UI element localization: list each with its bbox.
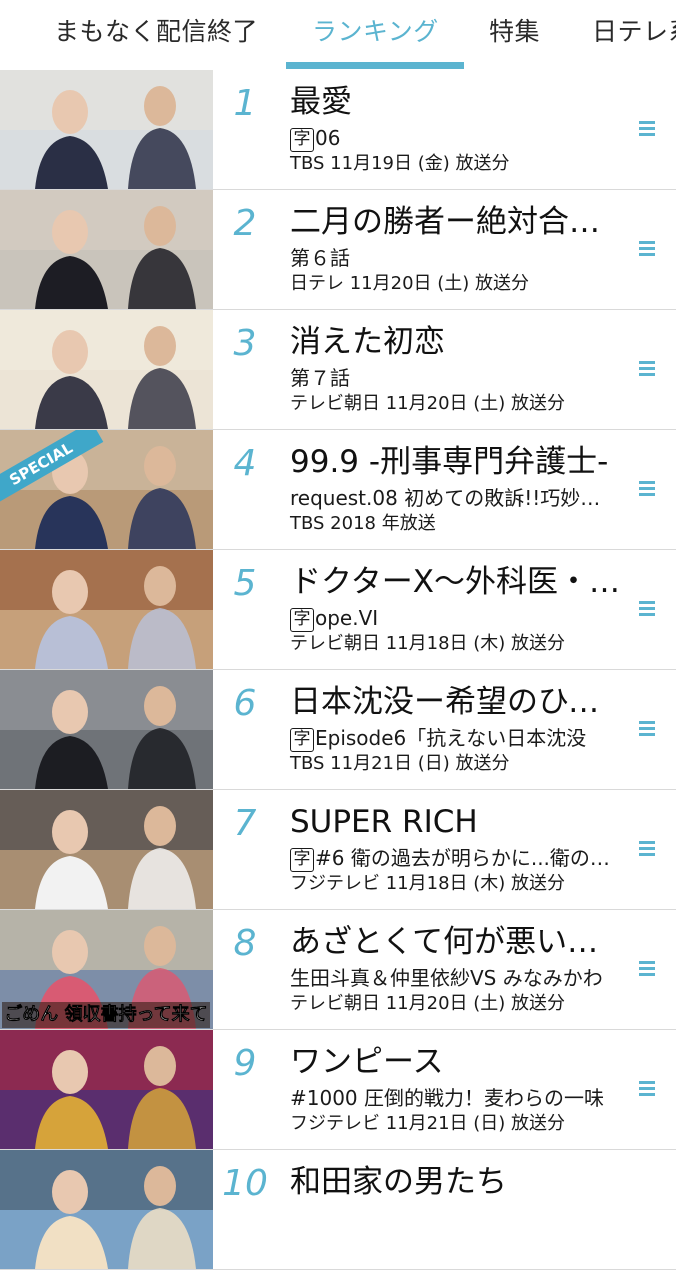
episode-info: 字 06 — [290, 124, 616, 152]
tab-ranking[interactable]: ランキング — [312, 12, 439, 52]
program-thumbnail[interactable] — [0, 550, 213, 669]
episode-label: 生田斗真＆仲里依紗VS みなみかわ — [290, 966, 603, 990]
rank-number: 4 — [233, 443, 257, 484]
program-thumbnail[interactable] — [0, 1030, 213, 1149]
episode-info: request.08 初めての敗訴!!巧妙な罠 — [290, 484, 616, 512]
ranking-item[interactable]: 6 日本沈没ー希望のひとー字 Episode6「抗えない日本沈没 TBS 11月21日… — [0, 670, 676, 790]
episode-label: Episode6「抗えない日本沈没 — [315, 726, 587, 750]
program-title[interactable]: 二月の勝者ー絶対合格の教室ー — [290, 200, 620, 244]
broadcast-info: テレビ朝日 11月18日 (木) 放送分 — [290, 633, 566, 654]
program-title[interactable]: ドクターX〜外科医・大門未知子〜 — [290, 560, 620, 604]
broadcast-info: 日テレ 11月20日 (土) 放送分 — [290, 273, 530, 294]
menu-icon[interactable] — [634, 596, 660, 622]
menu-icon[interactable] — [634, 236, 660, 262]
menu-icon[interactable] — [634, 356, 660, 382]
subtitle-icon: 字 — [290, 848, 314, 872]
ranking-item[interactable]: ごめん 領収書持って来て 8 あざとくて何が悪いの？ 生田斗真＆仲里依紗VS みなみか… — [0, 910, 676, 1030]
broadcast-info: TBS 2018 年放送 — [290, 513, 436, 534]
episode-label: 第６話 — [290, 246, 350, 270]
broadcast-info: フジテレビ 11月21日 (日) 放送分 — [290, 1113, 566, 1134]
ranking-item[interactable]: 5ドクターX〜外科医・大門未知子〜字ope.VIテレビ朝日 11月18日 (木)… — [0, 550, 676, 670]
program-title[interactable]: 消えた初恋 — [290, 320, 620, 364]
rank-number: 5 — [233, 563, 257, 604]
menu-icon[interactable] — [634, 476, 660, 502]
broadcast-info — [290, 1231, 630, 1257]
program-title[interactable]: 最愛 — [290, 80, 620, 124]
subtitle-icon: 字 — [290, 728, 314, 752]
program-thumbnail[interactable] — [0, 70, 213, 189]
rank-number: 3 — [233, 323, 257, 364]
menu-icon[interactable] — [634, 116, 660, 142]
episode-info: 字 ope.VI — [290, 604, 616, 632]
program-title[interactable]: ワンピース — [290, 1040, 620, 1084]
menu-icon[interactable] — [634, 956, 660, 982]
episode-label: 06 — [315, 126, 341, 150]
broadcast-info: テレビ朝日 11月20日 (土) 放送分 — [290, 993, 566, 1014]
subtitle-icon: 字 — [290, 128, 314, 152]
episode-label: ope.VI — [315, 606, 379, 630]
episode-info: 第７話 — [290, 364, 616, 392]
program-thumbnail[interactable]: ごめん 領収書持って来て — [0, 910, 213, 1029]
rank-number: 1 — [233, 83, 257, 124]
episode-label: request.08 初めての敗訴!!巧妙な罠 — [290, 486, 616, 510]
ranking-item[interactable]: 2 二月の勝者ー絶対合格の教室ー第６話日テレ 11月20日 (土) 放送分 — [0, 190, 676, 310]
episode-info — [290, 1204, 616, 1232]
ranking-item[interactable]: 10 和田家の男たち — [0, 1150, 676, 1270]
episode-info: 第６話 — [290, 244, 616, 272]
program-thumbnail[interactable] — [0, 670, 213, 789]
ranking-item[interactable]: 1 最愛字 06 TBS 11月19日 (金) 放送分 — [0, 70, 676, 190]
program-title[interactable]: 和田家の男たち — [290, 1160, 620, 1204]
episode-label: 第７話 — [290, 366, 350, 390]
broadcast-info: テレビ朝日 11月20日 (土) 放送分 — [290, 393, 566, 414]
menu-icon[interactable] — [634, 716, 660, 742]
program-thumbnail[interactable] — [0, 1150, 213, 1269]
program-title[interactable]: SUPER RICH — [290, 800, 620, 844]
program-title[interactable]: あざとくて何が悪いの？ — [290, 920, 620, 964]
menu-icon[interactable] — [634, 836, 660, 862]
episode-info: 字 #6 衛の過去が明らかに...衛の過去 — [290, 844, 616, 872]
rank-number: 7 — [233, 803, 257, 844]
episode-label: #6 衛の過去が明らかに...衛の過去 — [315, 846, 616, 870]
tab-ending-soon[interactable]: まもなく配信終了 — [54, 12, 258, 52]
episode-info: 字 Episode6「抗えない日本沈没 — [290, 724, 616, 752]
ranking-item[interactable]: 3 消えた初恋 第７話テレビ朝日 11月20日 (土) 放送分 — [0, 310, 676, 430]
episode-info: #1000 圧倒的戦力！麦わらの一味 — [290, 1084, 616, 1112]
broadcast-info: TBS 11月19日 (金) 放送分 — [290, 153, 510, 174]
thumbnail-caption: ごめん 領収書持って来て — [2, 1002, 210, 1028]
category-tab-bar: まもなく配信終了 ランキング 特集 日テレ系 — [0, 0, 676, 70]
broadcast-info: フジテレビ 11月18日 (木) 放送分 — [290, 873, 566, 894]
broadcast-info: TBS 11月21日 (日) 放送分 — [290, 753, 510, 774]
ranking-item[interactable]: SPECIAL 4 99.9 -刑事専門弁護士-request.08 初めての敗訴!… — [0, 430, 676, 550]
ranking-item[interactable]: 7 SUPER RICH 字 #6 衛の過去が明らかに...衛の過去 フジテレビ 11月… — [0, 790, 676, 910]
subtitle-icon: 字 — [290, 608, 314, 632]
tab-special-feature[interactable]: 特集 — [489, 12, 540, 52]
program-thumbnail[interactable]: SPECIAL — [0, 430, 213, 549]
rank-number: 2 — [233, 203, 257, 244]
active-tab-indicator — [286, 62, 464, 69]
rank-number: 6 — [233, 683, 257, 724]
menu-icon[interactable] — [634, 1076, 660, 1102]
program-thumbnail[interactable] — [0, 790, 213, 909]
ranking-list: 1最愛字06TBS 11月19日 (金) 放送分 2二月の勝者ー絶対合格の教室ー… — [0, 70, 676, 1270]
program-title[interactable]: 99.9 -刑事専門弁護士- — [290, 440, 620, 484]
rank-number: 8 — [233, 923, 257, 964]
program-title[interactable]: 日本沈没ー希望のひとー — [290, 680, 620, 724]
program-thumbnail[interactable] — [0, 190, 213, 309]
episode-info: 生田斗真＆仲里依紗VS みなみかわ — [290, 964, 616, 992]
program-thumbnail[interactable] — [0, 310, 213, 429]
ranking-item[interactable]: 9 ワンピース #1000 圧倒的戦力！麦わらの一味 フジテレビ 11月21日 (日)… — [0, 1030, 676, 1150]
rank-number: 10 — [222, 1163, 268, 1204]
episode-label: #1000 圧倒的戦力！麦わらの一味 — [290, 1086, 605, 1110]
rank-number: 9 — [233, 1043, 257, 1084]
tab-ntv[interactable]: 日テレ系 — [592, 12, 676, 52]
